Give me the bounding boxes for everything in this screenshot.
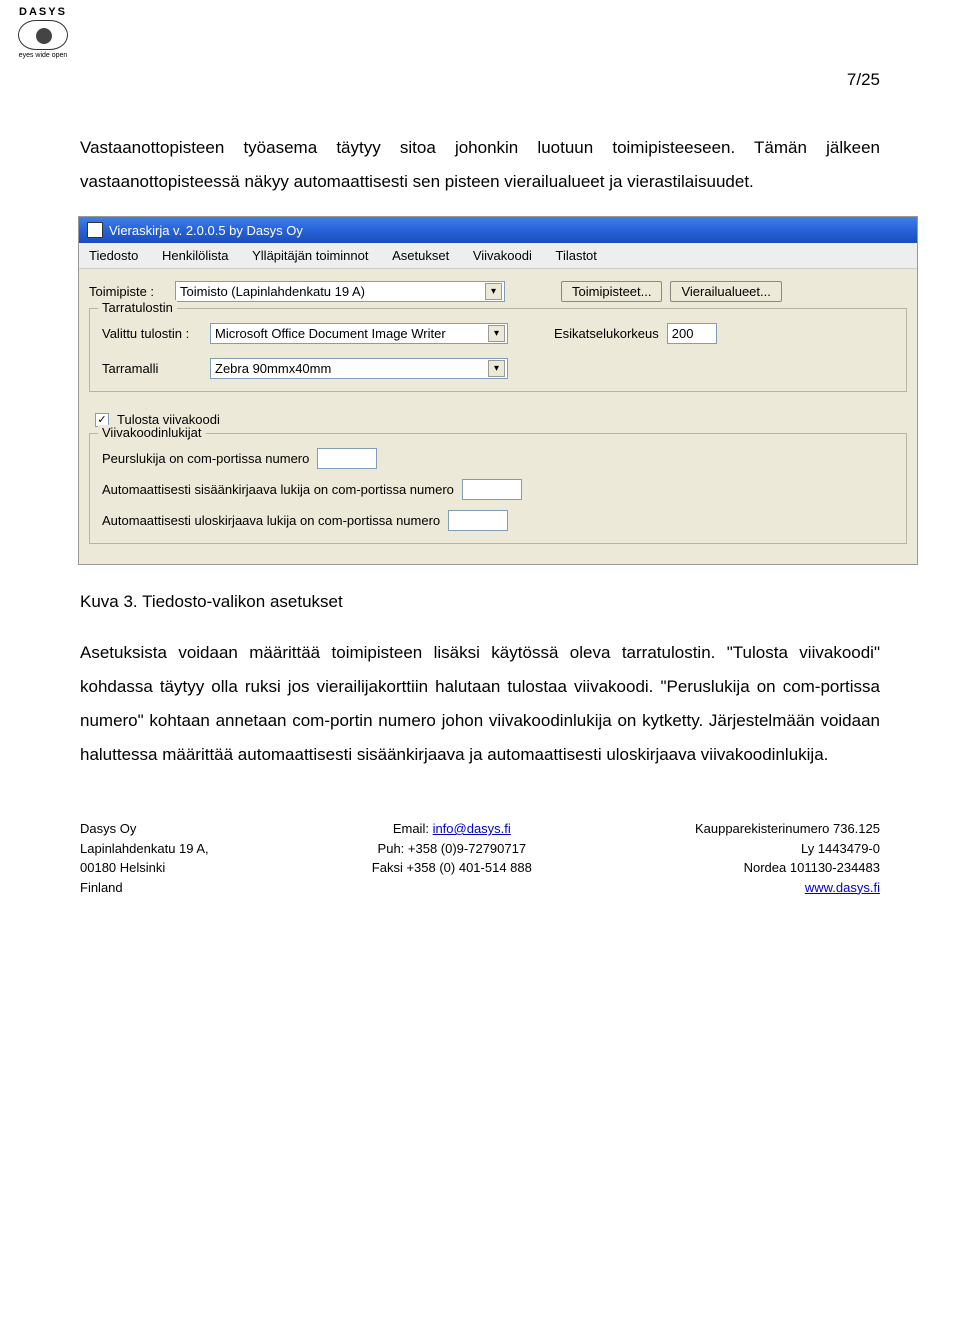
menu-tiedosto[interactable]: Tiedosto <box>79 245 148 266</box>
toimipisteet-button[interactable]: Toimipisteet... <box>561 281 662 302</box>
logo-eye-icon <box>18 20 68 50</box>
app-icon <box>87 222 103 238</box>
valittu-tulostin-value: Microsoft Office Document Image Writer <box>215 326 446 341</box>
app-title: Vieraskirja v. 2.0.0.5 by Dasys Oy <box>109 223 303 238</box>
vierailualueet-button[interactable]: Vierailualueet... <box>670 281 781 302</box>
group-viivakoodinlukijat: Viivakoodinlukijat Peurslukija on com-po… <box>89 433 907 544</box>
tarramalli-select[interactable]: Zebra 90mmx40mm ▾ <box>210 358 508 379</box>
footer-email: Email: info@dasys.fi <box>372 819 532 839</box>
group-tarratulostin: Tarratulostin Valittu tulostin : Microso… <box>89 308 907 392</box>
paragraph-1: Vastaanottopisteen työasema täytyy sitoa… <box>80 131 880 199</box>
auto-sisaan-label: Automaattisesti sisäänkirjaava lukija on… <box>102 482 454 497</box>
esikatselukorkeus-label: Esikatselukorkeus <box>554 326 659 341</box>
logo-brand: DASYS <box>6 6 80 18</box>
esikatselukorkeus-input[interactable]: 200 <box>667 323 717 344</box>
footer-regnum: Kaupparekisterinumero 736.125 <box>695 819 880 839</box>
footer-address1: Lapinlahdenkatu 19 A, <box>80 839 209 859</box>
page-number: 7/25 <box>80 0 880 114</box>
footer-center: Email: info@dasys.fi Puh: +358 (0)9-7279… <box>372 819 532 897</box>
client-area: Toimipiste : Toimisto (Lapinlahdenkatu 1… <box>79 269 917 564</box>
app-window: Vieraskirja v. 2.0.0.5 by Dasys Oy Tiedo… <box>78 216 918 565</box>
tarramalli-value: Zebra 90mmx40mm <box>215 361 331 376</box>
menu-tilastot[interactable]: Tilastot <box>545 245 606 266</box>
website-link[interactable]: www.dasys.fi <box>805 880 880 895</box>
footer-fax: Faksi +358 (0) 401-514 888 <box>372 858 532 878</box>
footer-country: Finland <box>80 878 209 898</box>
group-tarratulostin-title: Tarratulostin <box>98 300 177 315</box>
menu-viivakoodi[interactable]: Viivakoodi <box>463 245 542 266</box>
peruslukija-input[interactable] <box>317 448 377 469</box>
toimipiste-value: Toimisto (Lapinlahdenkatu 19 A) <box>180 284 365 299</box>
menubar: Tiedosto Henkilölista Ylläpitäjän toimin… <box>79 243 917 269</box>
chevron-down-icon: ▾ <box>488 360 505 377</box>
toimipiste-label: Toimipiste : <box>89 284 167 299</box>
footer-company: Dasys Oy <box>80 819 209 839</box>
group-viivakoodinlukijat-title: Viivakoodinlukijat <box>98 425 206 440</box>
auto-sisaan-input[interactable] <box>462 479 522 500</box>
peruslukija-label: Peurslukija on com-portissa numero <box>102 451 309 466</box>
auto-ulos-label: Automaattisesti uloskirjaava lukija on c… <box>102 513 440 528</box>
menu-henkilolista[interactable]: Henkilölista <box>152 245 238 266</box>
menu-asetukset[interactable]: Asetukset <box>382 245 459 266</box>
titlebar: Vieraskirja v. 2.0.0.5 by Dasys Oy <box>79 217 917 243</box>
tarramalli-label: Tarramalli <box>102 361 202 376</box>
footer-ly: Ly 1443479-0 <box>695 839 880 859</box>
valittu-tulostin-label: Valittu tulostin : <box>102 326 202 341</box>
footer-bank: Nordea 101130-234483 <box>695 858 880 878</box>
auto-ulos-input[interactable] <box>448 510 508 531</box>
footer-left: Dasys Oy Lapinlahdenkatu 19 A, 00180 Hel… <box>80 819 209 897</box>
paragraph-2: Asetuksista voidaan määrittää toimipiste… <box>80 636 880 772</box>
footer: Dasys Oy Lapinlahdenkatu 19 A, 00180 Hel… <box>0 819 960 917</box>
logo-tagline: eyes wide open <box>6 52 80 59</box>
chevron-down-icon: ▾ <box>485 283 502 300</box>
figure-caption: Kuva 3. Tiedosto-valikon asetukset <box>80 585 880 619</box>
chevron-down-icon: ▾ <box>488 325 505 342</box>
footer-address2: 00180 Helsinki <box>80 858 209 878</box>
footer-right: Kaupparekisterinumero 736.125 Ly 1443479… <box>695 819 880 897</box>
menu-yllapitajan[interactable]: Ylläpitäjän toiminnot <box>242 245 378 266</box>
logo: DASYS eyes wide open <box>6 6 80 59</box>
valittu-tulostin-select[interactable]: Microsoft Office Document Image Writer ▾ <box>210 323 508 344</box>
toimipiste-select[interactable]: Toimisto (Lapinlahdenkatu 19 A) ▾ <box>175 281 505 302</box>
footer-phone: Puh: +358 (0)9-72790717 <box>372 839 532 859</box>
email-link[interactable]: info@dasys.fi <box>433 821 511 836</box>
